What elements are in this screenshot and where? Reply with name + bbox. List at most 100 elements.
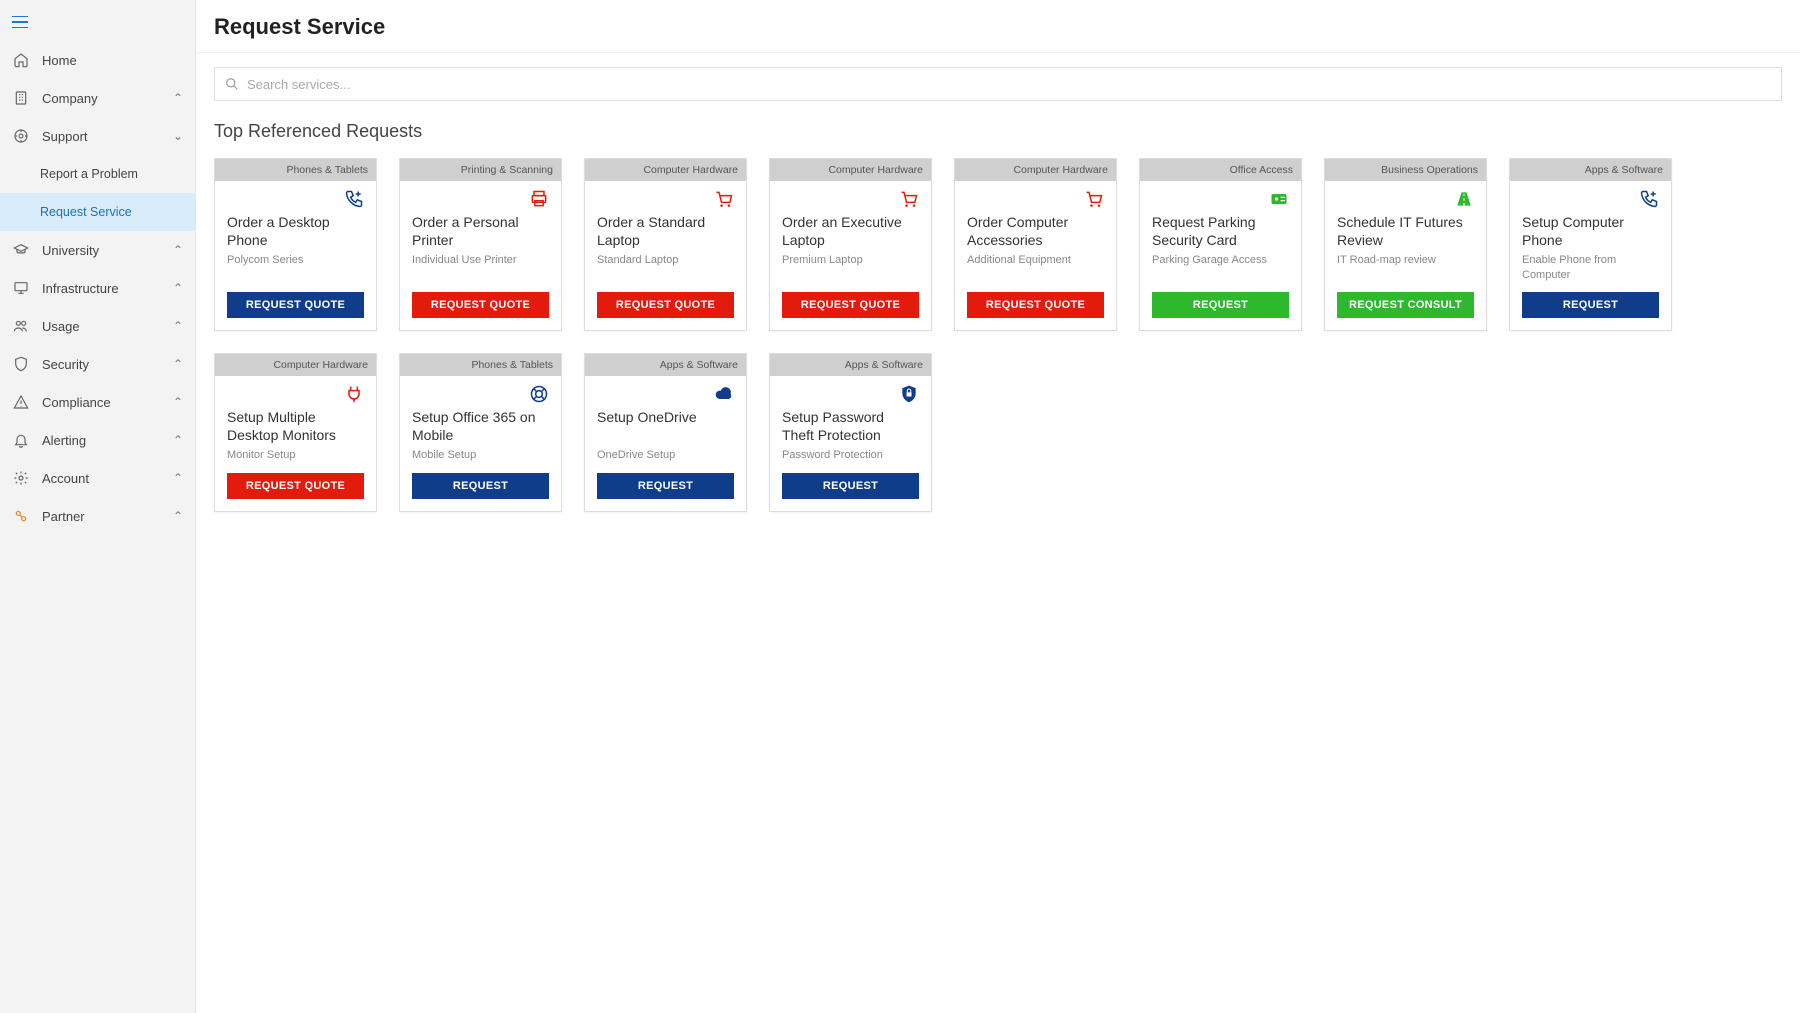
card-subtitle: IT Road-map review xyxy=(1337,253,1474,267)
sidebar-item-alerting[interactable]: Alerting ⌃ xyxy=(0,421,195,459)
search-icon xyxy=(225,77,239,91)
card-title: Setup Multiple Desktop Monitors xyxy=(227,408,364,444)
card-subtitle: Polycom Series xyxy=(227,253,364,267)
sidebar-item-label: University xyxy=(42,243,99,258)
card-subtitle: OneDrive Setup xyxy=(597,448,734,462)
section-title: Top Referenced Requests xyxy=(196,101,1800,150)
search-box[interactable] xyxy=(214,67,1782,101)
sidebar-item-account[interactable]: Account⌃ xyxy=(0,459,195,497)
service-card: Computer Hardware Order an Executive Lapt… xyxy=(769,158,932,331)
warning-icon xyxy=(12,393,30,411)
lifesaver-icon xyxy=(400,376,561,404)
shield-icon xyxy=(12,355,30,373)
cart-icon xyxy=(770,181,931,209)
shield-lock-icon xyxy=(770,376,931,404)
card-subtitle: Password Protection xyxy=(782,448,919,462)
users-icon xyxy=(12,317,30,335)
card-category: Apps & Software xyxy=(585,354,746,376)
card-subtitle: Additional Equipment xyxy=(967,253,1104,267)
bell-icon xyxy=(12,431,30,449)
service-card: Computer Hardware Order a Standard Laptop… xyxy=(584,158,747,331)
sidebar-item-label: Home xyxy=(42,53,77,68)
chevron-up-icon: ⌃ xyxy=(173,243,183,257)
support-icon xyxy=(12,127,30,145)
card-action-button[interactable]: REQUEST CONSULT xyxy=(1337,292,1474,318)
card-category: Computer Hardware xyxy=(955,159,1116,181)
card-action-button[interactable]: REQUEST xyxy=(412,473,549,499)
monitor-icon xyxy=(12,279,30,297)
phone-add-icon xyxy=(1510,181,1671,209)
card-title: Order Computer Accessories xyxy=(967,213,1104,249)
road-icon xyxy=(1325,181,1486,209)
card-action-button[interactable]: REQUEST xyxy=(1522,292,1659,318)
sidebar-item-label: Infrastructure xyxy=(42,281,119,296)
card-subtitle: Standard Laptop xyxy=(597,253,734,267)
service-card: Phones & Tablets Setup Office 365 on Mobi… xyxy=(399,353,562,512)
card-title: Order a Standard Laptop xyxy=(597,213,734,249)
service-card: Business OperationsSchedule IT Futures R… xyxy=(1324,158,1487,331)
card-category: Computer Hardware xyxy=(770,159,931,181)
sidebar: Home Company⌃Support⌄Report a Problem Requ… xyxy=(0,0,196,1013)
phone-add-icon xyxy=(215,181,376,209)
sidebar-item-label: Compliance xyxy=(42,395,111,410)
card-title: Order an Executive Laptop xyxy=(782,213,919,249)
card-subtitle: Enable Phone from Computer xyxy=(1522,253,1659,282)
sidebar-item-label: Partner xyxy=(42,509,85,524)
card-action-button[interactable]: REQUEST QUOTE xyxy=(227,473,364,499)
page-title: Request Service xyxy=(214,14,1782,40)
sidebar-item-partner[interactable]: Partner⌃ xyxy=(0,497,195,535)
card-action-button[interactable]: REQUEST xyxy=(782,473,919,499)
card-title: Setup Password Theft Protection xyxy=(782,408,919,444)
card-category: Phones & Tablets xyxy=(400,354,561,376)
sidebar-item-label: Request Service xyxy=(40,205,132,219)
sidebar-item-home[interactable]: Home xyxy=(0,41,195,79)
sidebar-item-university[interactable]: University ⌃ xyxy=(0,231,195,269)
card-title: Setup Office 365 on Mobile xyxy=(412,408,549,444)
sidebar-item-compliance[interactable]: Compliance ⌃ xyxy=(0,383,195,421)
chevron-up-icon: ⌃ xyxy=(173,319,183,333)
card-subtitle: Parking Garage Access xyxy=(1152,253,1289,267)
sidebar-item-label: Alerting xyxy=(42,433,86,448)
card-action-button[interactable]: REQUEST QUOTE xyxy=(412,292,549,318)
card-title: Setup OneDrive xyxy=(597,408,734,444)
sidebar-item-company[interactable]: Company⌃ xyxy=(0,79,195,117)
service-card: Apps & Software Setup OneDrive OneDrive Se… xyxy=(584,353,747,512)
search-input[interactable] xyxy=(247,77,1771,92)
home-icon xyxy=(12,51,30,69)
cards-grid: Phones & Tablets Order a Desktop Phone Pol… xyxy=(196,150,1800,520)
card-title: Setup Computer Phone xyxy=(1522,213,1659,249)
chevron-up-icon: ⌃ xyxy=(173,433,183,447)
card-title: Order a Desktop Phone xyxy=(227,213,364,249)
sidebar-item-usage[interactable]: Usage⌃ xyxy=(0,307,195,345)
card-action-button[interactable]: REQUEST xyxy=(1152,292,1289,318)
chevron-down-icon: ⌄ xyxy=(173,129,183,143)
cloud-icon xyxy=(585,376,746,404)
service-card: Computer Hardware Order Computer Accessor… xyxy=(954,158,1117,331)
hamburger-icon[interactable] xyxy=(0,4,195,41)
card-action-button[interactable]: REQUEST xyxy=(597,473,734,499)
card-action-button[interactable]: REQUEST QUOTE xyxy=(227,292,364,318)
card-action-button[interactable]: REQUEST QUOTE xyxy=(782,292,919,318)
service-card: Office Access Request Parking Security Ca… xyxy=(1139,158,1302,331)
card-category: Office Access xyxy=(1140,159,1301,181)
sidebar-item-infrastructure[interactable]: Infrastructure⌃ xyxy=(0,269,195,307)
card-subtitle: Mobile Setup xyxy=(412,448,549,462)
sidebar-item-request-service[interactable]: Request Service xyxy=(0,193,195,231)
card-action-button[interactable]: REQUEST QUOTE xyxy=(597,292,734,318)
service-card: Printing & ScanningOrder a Personal Prin… xyxy=(399,158,562,331)
card-subtitle: Premium Laptop xyxy=(782,253,919,267)
sidebar-item-security[interactable]: Security ⌃ xyxy=(0,345,195,383)
sidebar-item-report-a-problem[interactable]: Report a Problem xyxy=(0,155,195,193)
chevron-up-icon: ⌃ xyxy=(173,91,183,105)
card-category: Computer Hardware xyxy=(585,159,746,181)
sidebar-item-support[interactable]: Support⌄ xyxy=(0,117,195,155)
chevron-up-icon: ⌃ xyxy=(173,357,183,371)
sidebar-item-label: Security xyxy=(42,357,89,372)
idcard-icon xyxy=(1140,181,1301,209)
gear-icon xyxy=(12,469,30,487)
card-action-button[interactable]: REQUEST QUOTE xyxy=(967,292,1104,318)
card-category: Printing & Scanning xyxy=(400,159,561,181)
card-title: Request Parking Security Card xyxy=(1152,213,1289,249)
card-subtitle: Individual Use Printer xyxy=(412,253,549,267)
chevron-up-icon: ⌃ xyxy=(173,395,183,409)
